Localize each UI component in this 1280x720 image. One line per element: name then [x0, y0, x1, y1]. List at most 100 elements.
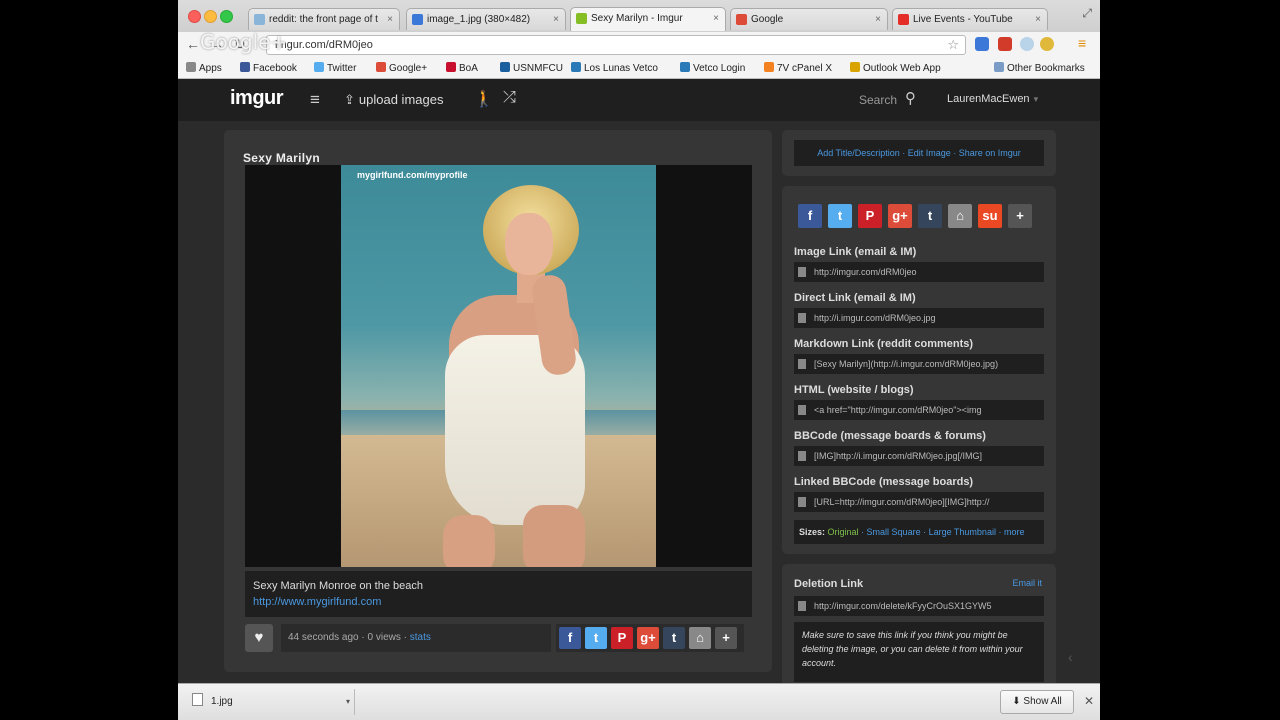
chevron-left-icon[interactable]: ‹ [1068, 649, 1073, 665]
tab-favicon-icon [254, 14, 265, 25]
bookmark-6[interactable]: Los Lunas Vetco [571, 62, 658, 74]
image-description: Sexy Marilyn Monroe on the beach [253, 580, 423, 592]
share-icon-6[interactable]: su [978, 204, 1002, 228]
menu-icon[interactable]: ≡ [1078, 35, 1086, 51]
bookmark-4[interactable]: BoA [446, 62, 478, 74]
tab-close-icon[interactable]: × [875, 9, 881, 30]
link-field[interactable]: [URL=http://imgur.com/dRM0jeo][IMG]http:… [794, 492, 1044, 512]
tab-3[interactable]: Google × [730, 8, 888, 30]
fullscreen-icon[interactable]: ⤢ [1082, 6, 1092, 21]
tab-close-icon[interactable]: × [553, 9, 559, 30]
back-button[interactable]: ← [186, 36, 200, 52]
window-minimize-button[interactable] [204, 10, 217, 23]
upload-images-button[interactable]: ⇪ upload images [344, 92, 443, 108]
bookmark-10[interactable]: Other Bookmarks [994, 62, 1085, 74]
share-icon-1[interactable]: t [828, 204, 852, 228]
tab-1[interactable]: image_1.jpg (380×482) × [406, 8, 566, 30]
link-field[interactable]: <a href="http://imgur.com/dRM0jeo"><img [794, 400, 1044, 420]
tab-close-icon[interactable]: × [713, 8, 719, 29]
bookmark-1[interactable]: Facebook [240, 62, 297, 74]
share-icon-6[interactable]: + [715, 627, 737, 649]
share-icon-2[interactable]: P [858, 204, 882, 228]
extension-chrome-icon[interactable] [1040, 37, 1054, 51]
tab-strip: reddit: the front page of t × image_1.jpg … [178, 0, 1100, 32]
share-icon-7[interactable]: + [1008, 204, 1032, 228]
bookmark-star-icon[interactable]: ☆ [947, 36, 959, 54]
link-value: http://i.imgur.com/dRM0jeo.jpg [814, 313, 936, 323]
tab-0[interactable]: reddit: the front page of t × [248, 8, 400, 30]
bookmark-label: USNMFCU [513, 63, 563, 74]
window-maximize-button[interactable] [220, 10, 233, 23]
bookmark-icon [571, 62, 581, 72]
address-url: imgur.com/dRM0jeo [275, 39, 373, 51]
shuffle-icon[interactable]: ⤮ [503, 89, 516, 107]
close-icon[interactable]: ✕ [1084, 694, 1094, 708]
bookmarks-bar: Apps Facebook Twitter Google+ BoA USNMFCU Los … [178, 58, 1100, 79]
heart-icon[interactable]: ♥ [245, 624, 273, 652]
bookmark-8[interactable]: 7V cPanel X [764, 62, 832, 74]
tab-label: Google [751, 14, 784, 25]
description-link[interactable]: http://www.mygirlfund.com [253, 596, 381, 608]
search-icon[interactable]: ⚲ [905, 89, 916, 107]
stats-link[interactable]: stats [410, 632, 431, 643]
bookmark-7[interactable]: Vetco Login [680, 62, 745, 74]
address-bar[interactable]: imgur.com/dRM0jeo ☆ [266, 35, 966, 55]
file-icon [192, 693, 203, 706]
imgur-logo[interactable]: imgur [230, 87, 284, 110]
share-icon-0[interactable]: f [559, 627, 581, 649]
image-meta-bar: ♥ 44 seconds ago · 0 views · stats f t Pg+… [245, 621, 752, 655]
user-menu[interactable]: LaurenMacEwen ▾ [947, 93, 1038, 105]
share-icon-4[interactable]: t [918, 204, 942, 228]
bookmark-9[interactable]: Outlook Web App [850, 62, 941, 74]
upload-cloud-icon: ⇪ [344, 92, 355, 107]
share-icon-4[interactable]: t [663, 627, 685, 649]
bookmark-icon [994, 62, 1004, 72]
tab-close-icon[interactable]: × [1035, 9, 1041, 30]
bookmark-label: Twitter [327, 63, 357, 74]
link-field[interactable]: [Sexy Marilyn](http://i.imgur.com/dRM0je… [794, 354, 1044, 374]
share-icon-5[interactable]: ⌂ [948, 204, 972, 228]
share-icon-3[interactable]: g+ [888, 204, 912, 228]
size-original[interactable]: Original [828, 527, 859, 537]
share-icon-1[interactable]: t [585, 627, 607, 649]
forward-button[interactable]: → [210, 36, 224, 52]
window-close-button[interactable] [188, 10, 201, 23]
share-icon-2[interactable]: P [611, 627, 633, 649]
bookmark-icon [680, 62, 690, 72]
chevron-down-icon[interactable]: ▾ [346, 689, 350, 715]
reload-button[interactable]: ↻ [234, 36, 246, 53]
walking-man-icon[interactable]: 🚶 [474, 89, 494, 109]
size-options[interactable]: · Small Square · Large Thumbnail · more [859, 527, 1024, 537]
bookmark-label: 7V cPanel X [777, 63, 833, 74]
download-item[interactable]: 1.jpg ▾ [184, 689, 355, 715]
bookmark-icon [314, 62, 324, 72]
search-label[interactable]: Search [859, 93, 897, 107]
bookmark-5[interactable]: USNMFCU [500, 62, 563, 74]
show-all-label: Show All [1023, 696, 1062, 707]
email-it-link[interactable]: Email it [1012, 578, 1042, 588]
share-icon-3[interactable]: g+ [637, 627, 659, 649]
bookmark-3[interactable]: Google+ [376, 62, 427, 74]
tab-2[interactable]: Sexy Marilyn - Imgur × [570, 7, 726, 31]
link-field[interactable]: http://i.imgur.com/dRM0jeo.jpg [794, 308, 1044, 328]
bookmark-icon [764, 62, 774, 72]
extension-cloud-icon[interactable] [1020, 37, 1034, 51]
tab-4[interactable]: Live Events - YouTube × [892, 8, 1048, 30]
bookmark-2[interactable]: Twitter [314, 62, 356, 74]
marilyn-photo[interactable]: mygirlfund.com/myprofile [341, 165, 656, 567]
edit-actions[interactable]: Add Title/Description · Edit Image · Sha… [794, 140, 1044, 166]
link-field[interactable]: http://imgur.com/dRM0jeo [794, 262, 1044, 282]
link-field[interactable]: [IMG]http://i.imgur.com/dRM0jeo.jpg[/IMG… [794, 446, 1044, 466]
show-all-button[interactable]: ⬇ Show All [1000, 690, 1074, 714]
extension-download-icon[interactable] [975, 37, 989, 51]
tab-close-icon[interactable]: × [387, 9, 393, 30]
menu-hamburger-icon[interactable]: ≡ [310, 90, 320, 110]
chevron-down-icon: ▾ [1033, 94, 1039, 104]
extension-red-icon[interactable] [998, 37, 1012, 51]
bookmark-0[interactable]: Apps [186, 62, 222, 74]
deletion-link-field[interactable]: http://imgur.com/delete/kFyyCrOuSX1GYW5 [794, 596, 1044, 616]
document-icon [798, 601, 806, 611]
link-value: [IMG]http://i.imgur.com/dRM0jeo.jpg[/IMG… [814, 451, 983, 461]
share-icon-0[interactable]: f [798, 204, 822, 228]
share-icon-5[interactable]: ⌂ [689, 627, 711, 649]
